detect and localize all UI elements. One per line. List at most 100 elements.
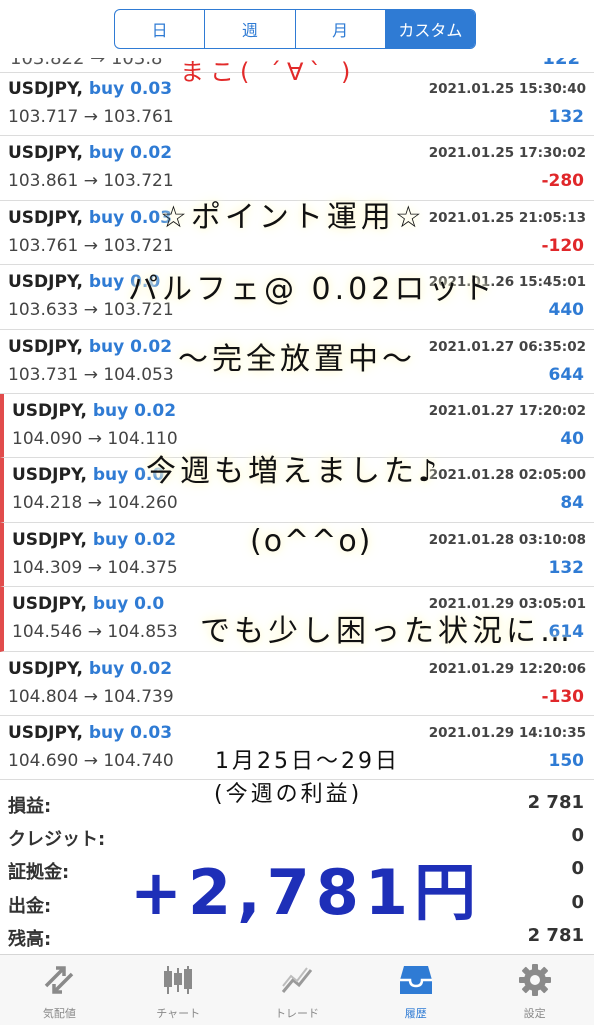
summary-value: 0 bbox=[571, 858, 584, 880]
trade-symbol: USDJPY, buy 0.03 bbox=[8, 79, 172, 99]
trade-prices: 104.690 → 104.740 bbox=[8, 750, 174, 771]
trade-icon bbox=[278, 963, 316, 997]
trade-prices: 104.218 → 104.260 bbox=[12, 493, 178, 514]
quotes-icon bbox=[40, 963, 78, 997]
tab-chart[interactable]: チャート bbox=[119, 955, 238, 1025]
symbol-name: USDJPY, bbox=[8, 79, 83, 99]
trade-row[interactable]: USDJPY, buy 0.02 2021.01.29 12:20:06 104.8… bbox=[0, 652, 594, 716]
tab-label: 設定 bbox=[523, 1007, 546, 1020]
summary-label: 損益: bbox=[8, 796, 52, 817]
segment-day[interactable]: 日 bbox=[115, 10, 206, 48]
trade-row[interactable]: USDJPY, buy 0.02 2021.01.27 17:20:02 104.0… bbox=[0, 393, 594, 459]
segment-custom[interactable]: カスタム bbox=[385, 10, 475, 48]
trade-profit: 440 bbox=[548, 300, 585, 321]
trade-time: 2021.01.25 15:30:40 bbox=[428, 81, 586, 97]
trade-symbol: USDJPY, buy 0.0 bbox=[12, 465, 164, 485]
trade-side-volume: buy 0.0 bbox=[92, 594, 165, 615]
trade-side-volume: buy 0.03 bbox=[88, 207, 173, 228]
trade-time: 2021.01.28 02:05:00 bbox=[428, 467, 586, 484]
trade-prices: 103.822 → 103.8 bbox=[10, 58, 163, 69]
trade-symbol: USDJPY, buy 0.03 bbox=[8, 723, 172, 743]
trade-row[interactable]: USDJPY, buy 0.02 2021.01.25 17:30:02 103.8… bbox=[0, 136, 594, 201]
trade-side-volume: buy 0.02 bbox=[92, 400, 177, 421]
trade-prices: 103.761 → 103.721 bbox=[8, 235, 174, 256]
trade-row[interactable]: USDJPY, buy 0.0 2021.01.28 02:05:00 104.21… bbox=[0, 458, 594, 523]
trade-side-volume: buy 0.03 bbox=[88, 79, 173, 99]
trade-symbol: USDJPY, buy 0.02 bbox=[8, 143, 172, 163]
trade-time: 2021.01.29 14:10:35 bbox=[428, 724, 586, 741]
trade-side-volume: buy 0.0 bbox=[92, 465, 165, 486]
trade-symbol: USDJPY, buy 0.02 bbox=[8, 337, 172, 357]
tab-label: トレード bbox=[274, 1007, 319, 1020]
trade-row[interactable]: USDJPY, buy 0.03 2021.01.25 21:05:13 103.7… bbox=[0, 201, 594, 266]
trade-time: 2021.01.26 15:45:01 bbox=[428, 274, 586, 291]
symbol-name: USDJPY, bbox=[12, 529, 87, 550]
trade-profit: 150 bbox=[548, 750, 585, 771]
trade-profit: -120 bbox=[541, 235, 584, 256]
trade-row[interactable]: USDJPY, buy 0.02 2021.01.27 06:35:02 103.7… bbox=[0, 330, 594, 394]
tab-label: 履歴 bbox=[404, 1007, 427, 1020]
tab-settings[interactable]: 設定 bbox=[475, 955, 594, 1025]
trade-time: 2021.01.27 06:35:02 bbox=[428, 338, 586, 355]
segment-month[interactable]: 月 bbox=[296, 10, 386, 48]
summary-deposit-row: 証拠金: 0 bbox=[0, 852, 594, 885]
symbol-name: USDJPY, bbox=[8, 143, 83, 164]
trade-side-volume: buy 0.02 bbox=[88, 336, 173, 357]
gear-icon bbox=[516, 963, 554, 997]
trade-row[interactable]: USDJPY, buy 0.0 2021.01.29 03:05:01 104.54… bbox=[0, 587, 594, 652]
period-segmented-control: 日 週 月 カスタム bbox=[114, 9, 476, 49]
trade-prices: 103.633 → 103.721 bbox=[8, 300, 174, 321]
trade-time: 2021.01.28 03:10:08 bbox=[428, 531, 586, 548]
trade-row[interactable]: USDJPY, buy 0.03 2021.01.25 15:30:40 103.7… bbox=[0, 72, 594, 137]
trade-row[interactable]: USDJPY, buy 0.02 2021.01.28 03:10:08 104.3… bbox=[0, 522, 594, 588]
summary-credit-row: クレジット: 0 bbox=[0, 819, 594, 852]
trade-row[interactable]: USDJPY, buy 0.03 2021.01.29 14:10:35 104.6… bbox=[0, 716, 594, 781]
trade-profit: 84 bbox=[560, 493, 584, 514]
trade-side-volume: buy 0.02 bbox=[88, 658, 173, 679]
partial-trade-row[interactable]: 103.822 → 103.8 122 bbox=[0, 58, 594, 73]
summary-withdrawal-row: 出金: 0 bbox=[0, 886, 594, 919]
symbol-name: USDJPY, bbox=[8, 658, 83, 679]
trade-profit: 132 bbox=[548, 557, 585, 578]
period-selector-bar: 日 週 月 カスタム bbox=[0, 0, 594, 58]
trade-profit: 644 bbox=[548, 364, 585, 385]
summary-value: 2 781 bbox=[527, 924, 584, 946]
trade-prices: 104.804 → 104.739 bbox=[8, 686, 174, 707]
trade-symbol: USDJPY, buy 0.02 bbox=[12, 530, 176, 550]
summary-profit-row: 損益: 2 781 bbox=[0, 786, 594, 819]
trade-prices: 103.861 → 103.721 bbox=[8, 171, 174, 192]
trade-time: 2021.01.25 17:30:02 bbox=[428, 145, 586, 162]
tab-label: 気配値 bbox=[42, 1007, 76, 1020]
trade-profit: 122 bbox=[542, 58, 580, 69]
summary-label: クレジット: bbox=[8, 829, 106, 851]
summary-value: 0 bbox=[571, 825, 584, 847]
bottom-tab-bar: 気配値 チャート トレード 履歴 設定 bbox=[0, 954, 594, 1025]
tab-label: チャート bbox=[156, 1007, 201, 1020]
history-icon bbox=[397, 963, 435, 997]
tab-history[interactable]: 履歴 bbox=[356, 955, 475, 1025]
trade-symbol: USDJPY, buy 0.0 bbox=[12, 594, 164, 614]
trade-row[interactable]: USDJPY, buy 0.0 2021.01.26 15:45:01 103.63… bbox=[0, 265, 594, 330]
trade-time: 2021.01.29 03:05:01 bbox=[428, 596, 586, 613]
trade-profit: 132 bbox=[548, 107, 585, 127]
chart-icon bbox=[159, 963, 197, 997]
summary-value: 2 781 bbox=[527, 792, 584, 813]
symbol-name: USDJPY, bbox=[12, 400, 87, 421]
trade-side-volume: buy 0.02 bbox=[88, 143, 173, 164]
trade-symbol: USDJPY, buy 0.0 bbox=[8, 272, 160, 292]
trade-prices: 103.717 → 103.761 bbox=[8, 107, 174, 127]
trade-prices: 103.731 → 104.053 bbox=[8, 364, 174, 385]
account-summary: 損益: 2 781 クレジット: 0 証拠金: 0 出金: 0 残高: 2 78… bbox=[0, 786, 594, 952]
trade-profit: -280 bbox=[541, 171, 584, 192]
tab-quotes[interactable]: 気配値 bbox=[0, 955, 119, 1025]
symbol-name: USDJPY, bbox=[12, 465, 87, 486]
symbol-name: USDJPY, bbox=[8, 272, 83, 293]
trade-side-volume: buy 0.0 bbox=[88, 272, 161, 293]
trade-time: 2021.01.25 21:05:13 bbox=[428, 209, 586, 226]
trade-symbol: USDJPY, buy 0.02 bbox=[12, 401, 176, 421]
summary-label: 残高: bbox=[8, 928, 52, 950]
symbol-name: USDJPY, bbox=[12, 594, 87, 615]
tab-trade[interactable]: トレード bbox=[238, 955, 357, 1025]
segment-week[interactable]: 週 bbox=[205, 10, 296, 48]
trade-symbol: USDJPY, buy 0.02 bbox=[8, 659, 172, 679]
